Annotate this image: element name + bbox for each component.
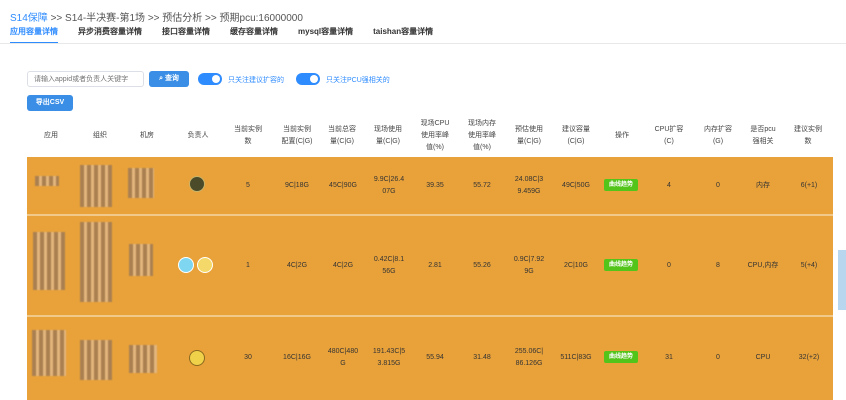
tab-bar: 应用容量详情 异步消费容量详情 接口容量详情 缓存容量详情 mysql容量详情 … [10,26,453,44]
tab-api-capacity[interactable]: 接口容量详情 [162,26,210,44]
cell-suggest: 511C|83G [560,354,592,361]
cell-mem-peak: 31.48 [473,354,491,361]
redacted-idc [128,168,154,198]
redacted-idc [129,345,157,373]
cell-mem-expand: 8 [716,262,720,269]
redacted-idc [129,244,153,276]
cell-cpu-expand: 4 [667,182,671,189]
cell-cpu-expand: 0 [667,262,671,269]
query-button[interactable]: ⌕ 查询 [149,71,189,87]
tab-async-consume[interactable]: 异步消费容量详情 [78,26,142,44]
toggle-pcu-related-label: 只关注PCU强相关的 [326,77,390,84]
cell-instances: 5 [246,182,250,189]
toggle-suggest-expand-label: 只关注建议扩容的 [228,77,284,84]
redacted-app [32,330,66,376]
cell-cpu-peak: 2.81 [428,262,442,269]
cell-total: 45C|90G [329,182,357,189]
breadcrumb: S14保障 >> S14-半决赛-第1场 >> 预估分析 >> 预期pcu:16… [10,9,303,24]
owner-avatar [189,350,205,366]
cell-cpu-expand: 31 [665,354,673,361]
redacted-org [80,165,112,207]
cell-used: 9.9C|26.4 07G [373,176,405,195]
col-header-instances: 当前实例 数 [234,126,262,145]
redacted-app [33,232,65,290]
redacted-app [35,176,59,186]
trend-curve-button[interactable]: 曲线趋势 [604,179,638,191]
owner-avatar [189,176,205,192]
cell-instances: 1 [246,262,250,269]
scroll-edge [838,250,846,310]
col-header-est: 预估使用 量(C|G) [515,126,543,145]
cell-config: 4C|2G [286,262,308,269]
cell-est: 255.06C| 86.126G [514,348,544,367]
export-csv-button[interactable]: 导出CSV [27,95,73,111]
col-header-pcu-related[interactable]: 是否pcu 强相关 [742,124,784,148]
cell-pcu-related: CPU,内存 [747,262,779,269]
cell-config: 9C|18G [285,182,309,189]
breadcrumb-path: >> S14-半决赛-第1场 >> 预估分析 >> 预期pcu:16000000 [47,13,303,24]
trend-curve-button[interactable]: 曲线趋势 [604,351,638,363]
cell-total: 480C|480 G [327,348,359,367]
cell-config: 16C|16G [283,354,311,361]
tab-divider [0,43,846,44]
cell-cpu-peak: 55.94 [426,354,444,361]
cell-total: 4C|2G [332,262,354,269]
tab-cache-capacity[interactable]: 缓存容量详情 [230,26,278,44]
cell-mem-peak: 55.26 [473,262,491,269]
cell-est: 0.9C|7.92 9G [513,256,545,275]
col-header-cpu-peak: 现场CPU 使用率峰 值(%) [420,120,450,151]
cell-used: 191.43C|5 3.815G [372,348,406,367]
cell-instances: 30 [244,354,252,361]
col-header-total: 当前总容 量(C|G) [328,126,356,145]
cell-pcu-related: 内存 [756,182,770,189]
cell-mem-expand: 0 [716,182,720,189]
col-header-suggest: 建议容量 (C|G) [562,126,590,145]
cell-suggest-instances: 6(+1) [800,182,818,189]
toggle-suggest-expand[interactable] [198,73,222,85]
cell-suggest-instances: 32(+2) [798,354,820,361]
owner-avatar [178,257,194,273]
col-header-config: 当前实例 配置(C|G) [281,126,313,145]
col-header-idc[interactable]: 机房 [129,130,165,142]
cell-suggest: 2C|10G [564,262,588,269]
cell-mem-expand: 0 [716,354,720,361]
redacted-org [80,340,112,380]
cell-cpu-peak: 39.35 [426,182,444,189]
cell-used: 0.42C|8.1 56G [373,256,405,275]
col-header-cpu-expand[interactable]: CPU扩容 (C) [647,124,691,148]
cell-pcu-related: CPU [755,354,771,361]
owner-avatar [197,257,213,273]
cell-suggest: 49C|50G [562,182,590,189]
toggle-pcu-related[interactable] [296,73,320,85]
search-input[interactable] [27,71,144,87]
col-header-mem-peak: 现场内存 使用率峰 值(%) [468,120,496,151]
cell-mem-peak: 55.72 [473,182,491,189]
tab-mysql-capacity[interactable]: mysql容量详情 [298,26,353,44]
cell-est: 24.08C|3 9.459G [514,176,544,195]
col-header-owner: 负责人 [187,132,209,139]
redacted-org [80,222,112,302]
col-header-mem-expand[interactable]: 内存扩容 (G) [696,124,740,148]
col-header-org: 组织 [93,132,107,139]
trend-curve-button[interactable]: 曲线趋势 [604,259,638,271]
breadcrumb-root-link[interactable]: S14保障 [10,13,48,24]
cell-suggest-instances: 5(+4) [800,262,818,269]
tab-taishan-capacity[interactable]: taishan容量详情 [373,26,433,44]
col-header-action: 操作 [615,132,629,139]
tab-app-capacity[interactable]: 应用容量详情 [10,26,58,44]
col-header-app: 应用 [44,132,58,139]
query-label: 查询 [164,75,179,82]
col-header-used: 现场使用 量(C|G) [374,126,402,145]
col-header-suggest-instances: 建议实例 数 [794,126,822,145]
